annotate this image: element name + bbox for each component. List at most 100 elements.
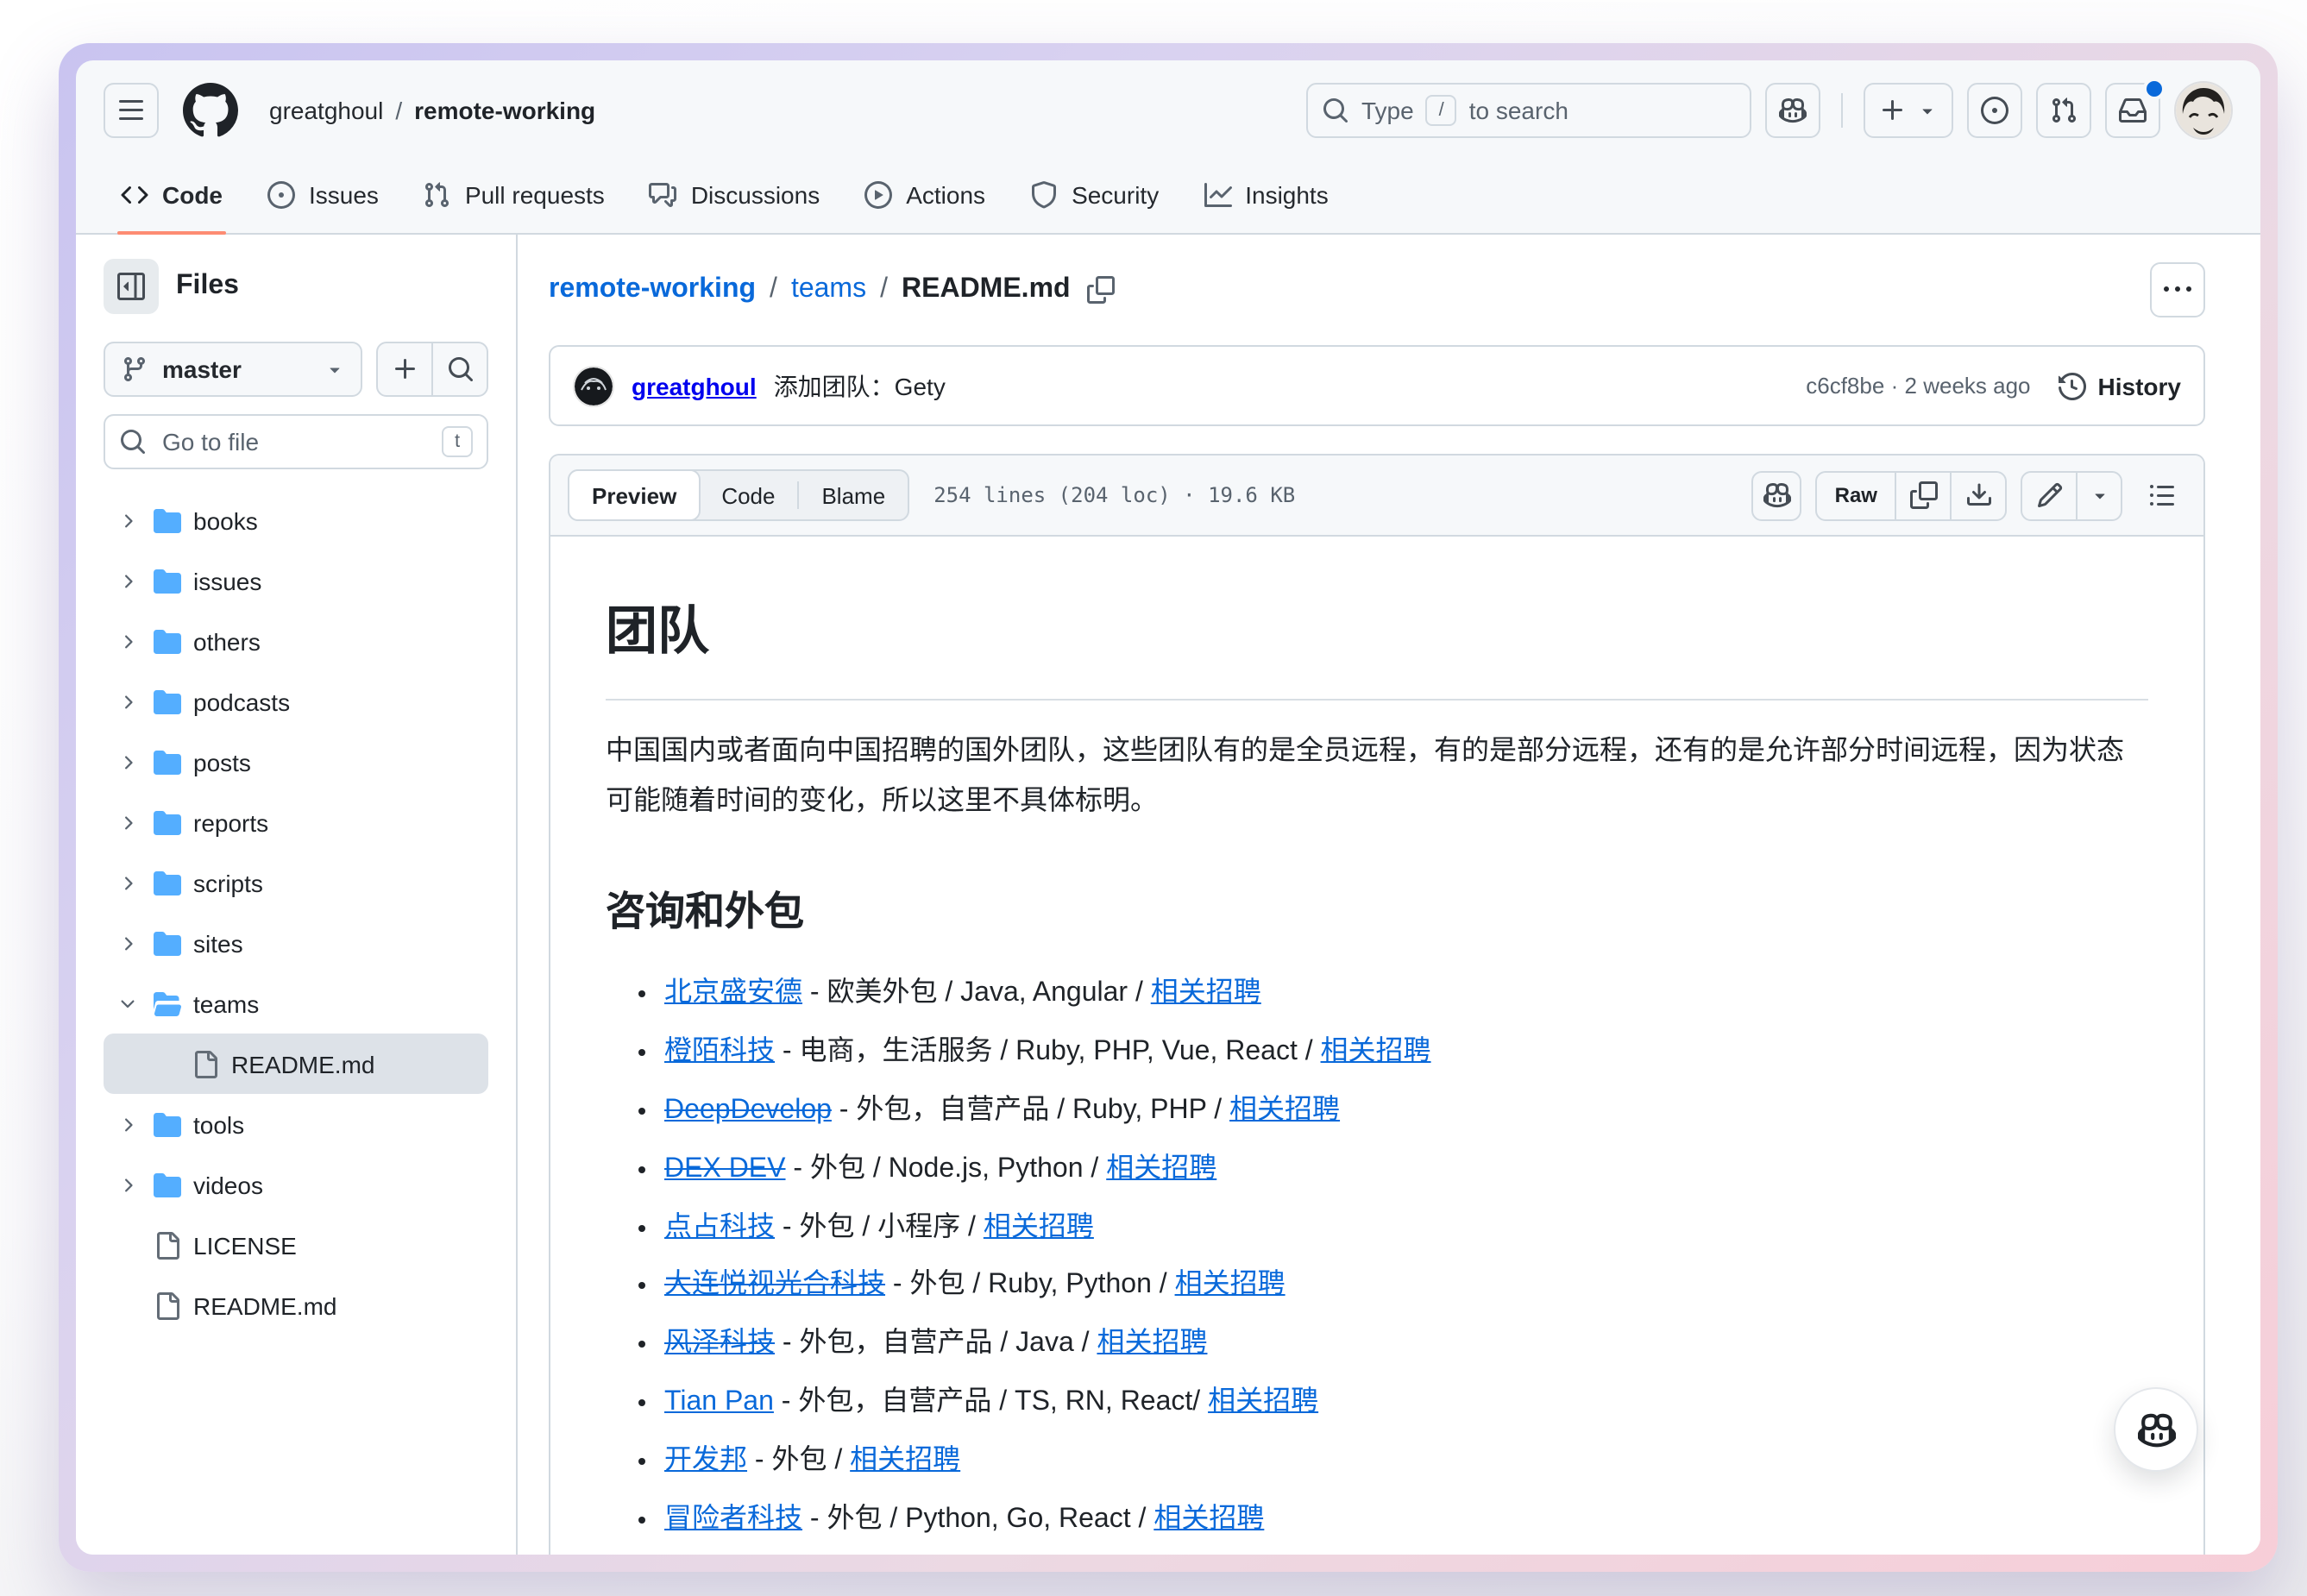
folder-icon [154,808,181,836]
tree-item-posts[interactable]: posts [104,732,488,792]
branch-selector[interactable]: master [104,342,362,397]
owner-link[interactable]: greatghoul [269,97,383,124]
issues-dashboard-button[interactable] [1967,83,2022,138]
global-search-input[interactable]: Type / to search [1306,83,1751,138]
file-options-kebab-button[interactable] [2150,262,2205,317]
tree-item-sites[interactable]: sites [104,913,488,973]
jobs-link[interactable]: 相关招聘 [1097,1329,1207,1358]
chevron-right-icon [114,1174,141,1195]
jobs-link[interactable]: 相关招聘 [1106,1154,1216,1184]
jobs-link[interactable]: 相关招聘 [1154,1504,1264,1533]
team-name-link[interactable]: 风泽科技 [664,1329,775,1358]
team-name-link[interactable]: 开发邦 [664,1446,747,1475]
jobs-link[interactable]: 相关招聘 [850,1446,960,1475]
tab-pull-requests[interactable]: Pull requests [406,157,622,233]
tree-item-readme-md[interactable]: README.md [104,1034,488,1094]
team-list-item: 风泽科技 - 外包，自营产品 / Java / 相关招聘 [664,1323,2148,1367]
tab-label: Insights [1245,181,1329,209]
tree-item-scripts[interactable]: scripts [104,852,488,913]
edit-file-button[interactable] [2022,472,2076,518]
add-file-button[interactable] [378,343,431,395]
view-tab-code[interactable]: Code [699,471,797,519]
commit-author-link[interactable]: greatghoul [632,372,757,399]
team-name-link[interactable]: 北京盛安德 [664,979,802,1008]
tab-security[interactable]: Security [1013,157,1176,233]
breadcrumb-file-name: README.md [902,274,1071,304]
outline-button[interactable] [2136,470,2186,520]
jobs-link[interactable]: 相关招聘 [1151,979,1261,1008]
team-name-link[interactable]: DEX DEV [664,1154,786,1184]
chevron-right-icon [114,1114,141,1134]
breadcrumb-repo-link[interactable]: remote-working [549,274,756,305]
commit-sha-and-time[interactable]: c6cf8be · 2 weeks ago [1806,373,2030,399]
commit-author-avatar[interactable] [573,365,614,406]
repo-link[interactable]: remote-working [414,97,595,124]
avatar-image [575,367,613,405]
tree-item-reports[interactable]: reports [104,792,488,852]
copilot-button[interactable] [1765,83,1820,138]
collapse-file-tree-button[interactable] [104,259,159,314]
tree-item-books[interactable]: books [104,490,488,550]
tab-code[interactable]: Code [104,157,240,235]
team-description: - 欧美外包 / Java, Angular / [802,978,1151,1008]
tree-item-teams[interactable]: teams [104,973,488,1034]
team-name-link[interactable]: 大连悦视光合科技 [664,1271,885,1300]
jobs-link[interactable]: 相关招聘 [1208,1387,1318,1417]
team-list-item: DeepDevelop - 外包，自营产品 / Ruby, PHP / 相关招聘 [664,1090,2148,1134]
go-to-file-field[interactable]: t [104,414,488,469]
issue-icon [267,181,295,209]
chevron-right-icon [114,570,141,591]
tree-action-group [376,342,488,397]
jobs-link[interactable]: 相关招聘 [1175,1271,1286,1300]
markdown-title: 团队 [606,592,2148,701]
view-tab-blame[interactable]: Blame [799,471,908,519]
team-name-link[interactable]: DeepDevelop [664,1096,832,1125]
github-logo-icon[interactable] [183,83,238,138]
copy-raw-button[interactable] [1895,472,1950,518]
tree-item-others[interactable]: others [104,611,488,671]
team-name-link[interactable]: Tian Pan [664,1387,774,1417]
tab-discussions[interactable]: Discussions [632,157,837,233]
team-list-item: 橙陌科技 - 电商，生活服务 / Ruby, PHP, Vue, React /… [664,1032,2148,1075]
team-name-link[interactable]: 橙陌科技 [664,1037,775,1066]
tab-issues[interactable]: Issues [250,157,396,233]
go-to-file-input[interactable] [159,426,430,457]
tree-item-issues[interactable]: issues [104,550,488,611]
copy-path-icon[interactable] [1087,276,1116,304]
copilot-icon [1763,481,1791,509]
tree-item-videos[interactable]: videos [104,1154,488,1215]
team-list-item: Tian Pan - 外包，自营产品 / TS, RN, React/ 相关招聘 [664,1382,2148,1425]
breadcrumb-folder-link[interactable]: teams [791,274,866,305]
download-button[interactable] [1950,472,2005,518]
pull-requests-dashboard-button[interactable] [2036,83,2091,138]
jobs-link[interactable]: 相关招聘 [984,1212,1094,1241]
create-new-button[interactable] [1864,83,1953,138]
repo-nav-tabs: Code Issues Pull requests Discussions Action… [76,157,2260,235]
commit-message[interactable]: 添加团队：Gety [774,368,946,403]
tree-item-license[interactable]: LICENSE [104,1215,488,1275]
breadcrumb-separator: / [880,274,888,304]
jobs-link[interactable]: 相关招聘 [1229,1096,1340,1125]
tab-insights[interactable]: Insights [1186,157,1346,233]
edit-options-dropdown[interactable] [2076,472,2121,518]
history-clock-icon [2058,372,2086,399]
search-placeholder-prefix: Type [1361,97,1414,124]
user-avatar[interactable] [2174,81,2233,140]
tree-item-podcasts[interactable]: podcasts [104,671,488,732]
raw-button[interactable]: Raw [1818,472,1895,518]
history-button[interactable]: History [2058,372,2181,399]
hamburger-menu-button[interactable] [104,83,159,138]
search-tree-button[interactable] [431,343,487,395]
floating-copilot-button[interactable] [2114,1387,2198,1472]
team-name-link[interactable]: 点占科技 [664,1212,775,1241]
notifications-inbox-button[interactable] [2105,78,2166,138]
tab-actions[interactable]: Actions [847,157,1003,233]
copilot-file-button[interactable] [1751,470,1802,520]
jobs-link[interactable]: 相关招聘 [1321,1037,1431,1066]
view-tab-preview[interactable]: Preview [568,469,701,521]
tree-item-readme-md[interactable]: README.md [104,1275,488,1335]
search-icon [446,355,474,383]
tab-label: Discussions [690,181,820,209]
tree-item-tools[interactable]: tools [104,1094,488,1154]
team-name-link[interactable]: 冒险者科技 [664,1504,802,1533]
